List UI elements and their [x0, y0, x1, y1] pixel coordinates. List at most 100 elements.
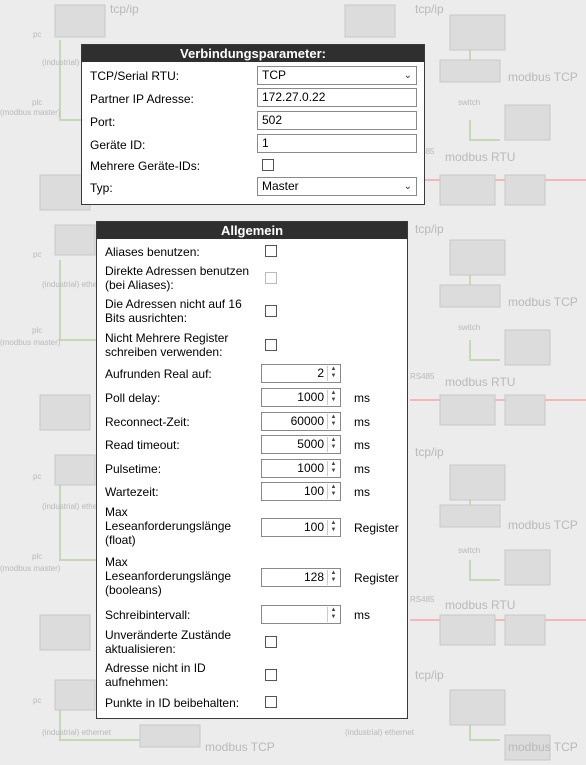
- pulsetime-stepper[interactable]: 1000 ▲ ▼: [261, 459, 341, 478]
- bg-label: modbus TCP: [205, 740, 275, 754]
- bg-label: pc: [33, 250, 42, 259]
- chevron-down-icon: ⌄: [403, 181, 412, 192]
- pulsetime-unit: ms: [354, 462, 370, 476]
- bg-label: (modbus master): [0, 564, 61, 573]
- max-bool-unit: Register: [354, 571, 399, 585]
- max-bool-value: 128: [303, 570, 324, 584]
- spinner-icon[interactable]: ▲ ▼: [327, 520, 339, 535]
- wait-time-value: 100: [303, 484, 324, 498]
- spinner-icon[interactable]: ▲ ▼: [327, 570, 339, 585]
- bg-label: tcp/ip: [415, 2, 444, 16]
- multi-ids-checkbox[interactable]: [262, 159, 274, 171]
- ip-address-input[interactable]: 172.27.0.22: [257, 88, 417, 107]
- bg-label: (modbus master): [0, 338, 61, 347]
- multi-ids-label: Mehrere Geräte-IDs:: [90, 159, 201, 173]
- max-float-value: 100: [303, 520, 324, 534]
- spinner-icon[interactable]: ▲ ▼: [327, 607, 339, 622]
- pulsetime-value: 1000: [297, 461, 324, 475]
- bg-label: modbus RTU: [445, 150, 516, 164]
- aliases-checkbox[interactable]: [265, 245, 277, 257]
- bg-label: switch: [458, 546, 481, 555]
- wait-time-label: Wartezeit:: [105, 485, 159, 499]
- poll-delay-stepper[interactable]: 1000 ▲ ▼: [261, 388, 341, 407]
- bg-label: modbus TCP: [508, 740, 578, 754]
- poll-delay-label: Poll delay:: [105, 391, 161, 405]
- bg-label: pc: [33, 472, 42, 481]
- read-timeout-unit: ms: [354, 438, 370, 452]
- read-timeout-label: Read timeout:: [105, 438, 180, 452]
- reconnect-value: 60000: [290, 414, 324, 428]
- read-timeout-stepper[interactable]: 5000 ▲ ▼: [261, 435, 341, 454]
- read-timeout-value: 5000: [297, 437, 324, 451]
- bg-label: modbus RTU: [445, 598, 516, 612]
- bg-label: tcp/ip: [415, 222, 444, 236]
- no-multi-register-label: Nicht Mehrere Register schreiben verwend…: [105, 331, 229, 359]
- spinner-icon[interactable]: ▲ ▼: [327, 366, 339, 381]
- bg-label: modbus TCP: [508, 518, 578, 532]
- port-input[interactable]: 502: [257, 111, 417, 130]
- write-interval-unit: ms: [354, 608, 370, 622]
- reconnect-label: Reconnect-Zeit:: [105, 415, 190, 429]
- no-align-label: Die Adressen nicht auf 16 Bits ausrichte…: [105, 297, 242, 325]
- addr-not-in-id-label: Adresse nicht in ID aufnehmen:: [105, 661, 206, 689]
- reconnect-stepper[interactable]: 60000 ▲ ▼: [261, 412, 341, 431]
- device-id-label: Geräte ID:: [90, 138, 146, 152]
- bg-label: plc: [32, 98, 43, 107]
- protocol-value: TCP: [262, 68, 286, 82]
- bg-label: tcp/ip: [415, 445, 444, 459]
- wait-time-stepper[interactable]: 100 ▲ ▼: [261, 482, 341, 501]
- no-multi-register-checkbox[interactable]: [265, 339, 277, 351]
- max-bool-label: Max Leseanforderungslänge (booleans): [105, 555, 232, 597]
- bg-label: modbus TCP: [508, 295, 578, 309]
- bg-label: switch: [458, 323, 481, 332]
- bg-label: tcp/ip: [110, 2, 139, 16]
- type-select[interactable]: Master ⌄: [257, 177, 417, 196]
- wait-time-unit: ms: [354, 485, 370, 499]
- poll-delay-value: 1000: [297, 390, 324, 404]
- bg-label: modbus RTU: [445, 375, 516, 389]
- general-panel: Allgemein Aliases benutzen: Direkte Adre…: [96, 221, 408, 719]
- port-label: Port:: [90, 115, 116, 129]
- bg-label: (modbus master): [0, 108, 61, 117]
- round-stepper[interactable]: 2 ▲ ▼: [261, 364, 341, 383]
- max-float-label: Max Leseanforderungslänge (float): [105, 505, 232, 547]
- addr-not-in-id-checkbox[interactable]: [265, 669, 277, 681]
- update-unchanged-checkbox[interactable]: [265, 636, 277, 648]
- bg-label: switch: [458, 98, 481, 107]
- spinner-icon[interactable]: ▲ ▼: [327, 437, 339, 452]
- max-float-stepper[interactable]: 100 ▲ ▼: [261, 518, 341, 537]
- type-value: Master: [262, 179, 299, 193]
- update-unchanged-label: Unveränderte Zustände aktualisieren:: [105, 628, 232, 656]
- keep-points-label: Punkte in ID beibehalten:: [105, 696, 240, 710]
- write-interval-label: Schreibintervall:: [105, 608, 191, 622]
- ip-label: Partner IP Adresse:: [90, 92, 194, 106]
- bg-label: (industrial) ethernet: [345, 728, 414, 737]
- keep-points-checkbox[interactable]: [265, 696, 277, 708]
- round-value: 2: [317, 366, 324, 380]
- bg-label: plc: [32, 552, 43, 561]
- aliases-label: Aliases benutzen:: [105, 245, 200, 259]
- spinner-icon[interactable]: ▲ ▼: [327, 461, 339, 476]
- direct-addresses-checkbox[interactable]: [265, 272, 277, 284]
- spinner-icon[interactable]: ▲ ▼: [327, 484, 339, 499]
- bg-label: tcp/ip: [415, 668, 444, 682]
- max-float-unit: Register: [354, 521, 399, 535]
- bg-label: plc: [32, 326, 43, 335]
- spinner-icon[interactable]: ▲ ▼: [327, 390, 339, 405]
- write-interval-stepper[interactable]: ▲ ▼: [261, 605, 341, 624]
- no-align-checkbox[interactable]: [265, 305, 277, 317]
- reconnect-unit: ms: [354, 415, 370, 429]
- bg-label: modbus TCP: [508, 70, 578, 84]
- max-bool-stepper[interactable]: 128 ▲ ▼: [261, 568, 341, 587]
- protocol-select[interactable]: TCP ⌄: [257, 66, 417, 85]
- round-label: Aufrunden Real auf:: [105, 367, 212, 381]
- connection-parameters-panel: Verbindungsparameter: TCP/Serial RTU: TC…: [81, 44, 425, 205]
- bg-label: RS485: [410, 372, 435, 381]
- spinner-icon[interactable]: ▲ ▼: [327, 414, 339, 429]
- connection-panel-title: Verbindungsparameter:: [82, 45, 424, 62]
- bg-label: RS485: [410, 595, 435, 604]
- protocol-label: TCP/Serial RTU:: [90, 69, 180, 83]
- direct-addresses-label: Direkte Adressen benutzen (bei Aliases):: [105, 264, 250, 292]
- device-id-input[interactable]: 1: [257, 134, 417, 153]
- bg-label: pc: [33, 696, 42, 705]
